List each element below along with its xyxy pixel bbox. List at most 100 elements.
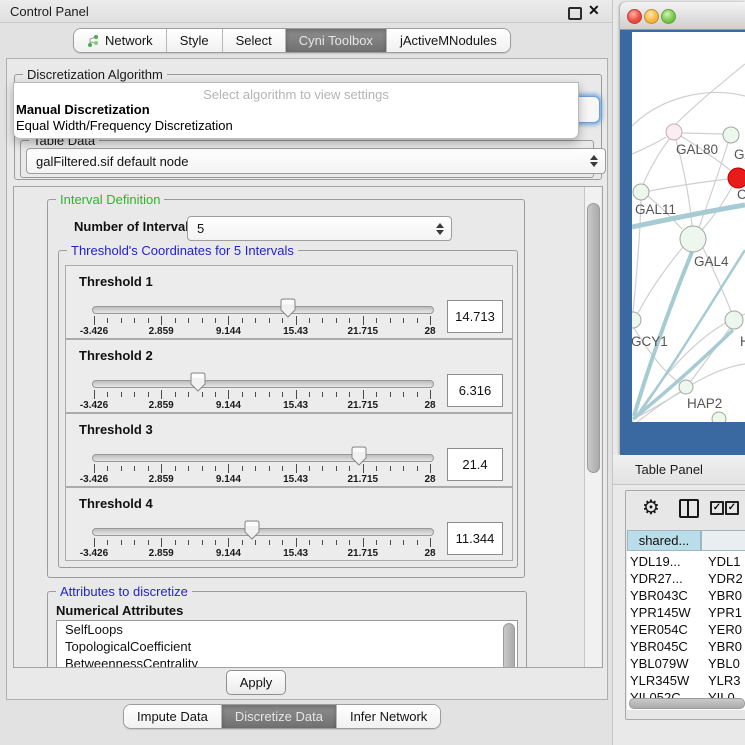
threshold-slider-knob-1[interactable]: [280, 298, 296, 323]
slider-tick: [215, 466, 216, 471]
threshold-value-2[interactable]: 6.316: [447, 374, 503, 407]
network-node-gal11[interactable]: [633, 184, 649, 200]
threshold-value-3[interactable]: 21.4: [447, 448, 503, 481]
slider-tick: [148, 392, 149, 397]
table-row-3[interactable]: YBR043CYBR0: [627, 587, 745, 604]
network-node-c[interactable]: [728, 168, 745, 188]
network-node-hap2[interactable]: [679, 380, 693, 394]
network-edge[interactable]: [632, 93, 745, 126]
slider-tick: [296, 464, 297, 473]
algorithm-option-manual[interactable]: Manual Discretization: [16, 102, 150, 117]
columns-icon[interactable]: [679, 499, 699, 518]
tab-select[interactable]: Select: [223, 29, 286, 52]
slider-tick: [188, 318, 189, 323]
table-data-combo[interactable]: galFiltered.sif default node: [26, 148, 606, 174]
network-edge[interactable]: [643, 138, 670, 185]
slider-tick: [336, 540, 337, 545]
threshold-row-2: Threshold 2-3.4262.8599.14415.4321.71528…: [65, 339, 513, 413]
slider-tick: [282, 466, 283, 471]
tab-impute-data[interactable]: Impute Data: [124, 705, 222, 728]
network-node-ga[interactable]: [723, 127, 739, 143]
slider-tick: [322, 392, 323, 397]
slider-tick: [269, 466, 270, 471]
combo-stepper-icon[interactable]: [590, 155, 598, 167]
threshold-slider-track-2[interactable]: [92, 380, 434, 388]
spinner-stepper-icon[interactable]: [436, 223, 444, 235]
network-node[interactable]: [712, 412, 726, 422]
slider-tick: [376, 540, 377, 545]
tab-jactivemnodules[interactable]: jActiveMNodules: [387, 29, 510, 52]
table-row-8[interactable]: YLR345WYLR3: [627, 672, 745, 689]
apply-button[interactable]: Apply: [226, 670, 286, 695]
tab-discretize-data[interactable]: Discretize Data: [222, 705, 337, 728]
network-canvas[interactable]: GAL80GACGAL11GAL4GCY1HAHAP2: [632, 32, 745, 422]
cell-shared-name: YER054C: [630, 622, 688, 637]
table-row-2[interactable]: YDR27...YDR2: [627, 570, 745, 587]
zoom-traffic-light[interactable]: [661, 9, 676, 24]
slider-tick: [94, 390, 95, 399]
algorithm-option-equal-width[interactable]: Equal Width/Frequency Discretization: [16, 118, 233, 133]
slider-tick-label: 21.715: [348, 400, 379, 411]
table-row-7[interactable]: YBL079WYBL0: [627, 655, 745, 672]
attribute-item-topologicalcoefficient[interactable]: TopologicalCoefficient: [57, 638, 517, 655]
tab-infer-network[interactable]: Infer Network: [337, 705, 440, 728]
table-hscrollbar-thumb[interactable]: [629, 698, 745, 709]
column-header-name[interactable]: na: [701, 530, 745, 551]
checkbox-icon-1[interactable]: ✓: [710, 501, 724, 515]
tab-style[interactable]: Style: [167, 29, 223, 52]
cell-name: YBL0: [708, 656, 740, 671]
tab-label-cyni-toolbox: Cyni Toolbox: [299, 33, 373, 48]
slider-tick: [430, 316, 431, 325]
minimize-traffic-light[interactable]: [644, 9, 659, 24]
slider-tick-label: 2.859: [149, 400, 174, 411]
threshold-value-4[interactable]: 11.344: [447, 522, 503, 555]
slider-tick: [148, 466, 149, 471]
network-edge[interactable]: [638, 247, 683, 313]
attribute-item-selfloops[interactable]: SelfLoops: [57, 621, 517, 638]
network-edge[interactable]: [691, 328, 730, 381]
tab-label-impute-data: Impute Data: [137, 709, 208, 724]
table-row-4[interactable]: YPR145WYPR1: [627, 604, 745, 621]
float-window-icon[interactable]: [568, 7, 582, 20]
slider-tick: [175, 392, 176, 397]
table-row-1[interactable]: YDL19...YDL1: [627, 553, 745, 570]
threshold-slider-track-3[interactable]: [92, 454, 434, 462]
slider-tick-label: 15.43: [283, 548, 308, 559]
tab-label-select: Select: [236, 33, 272, 48]
slider-tick: [363, 316, 364, 325]
cell-shared-name: YLR345W: [630, 673, 689, 688]
network-edge[interactable]: [682, 133, 723, 134]
settings-scrollbar-track[interactable]: [584, 187, 601, 667]
network-node-gal4[interactable]: [680, 226, 706, 252]
attribute-item-betweennesscentrality[interactable]: BetweennessCentrality: [57, 655, 517, 668]
table-row-5[interactable]: YER054CYER0: [627, 621, 745, 638]
close-traffic-light[interactable]: [627, 9, 642, 24]
gear-icon[interactable]: ⚙: [642, 495, 660, 520]
network-node-ha[interactable]: [725, 311, 743, 329]
slider-tick: [134, 466, 135, 471]
tab-network[interactable]: Network: [74, 29, 167, 52]
numerical-attributes-list[interactable]: SelfLoopsTopologicalCoefficientBetweenne…: [56, 620, 518, 668]
settings-scrollbar-thumb[interactable]: [587, 203, 600, 473]
slider-tick-label: -3.426: [80, 474, 108, 485]
attributes-list-scrollbar[interactable]: [503, 623, 515, 668]
number-of-intervals-spinner[interactable]: 5: [187, 216, 452, 241]
threshold-value-1[interactable]: 14.713: [447, 300, 503, 333]
slider-tick: [175, 318, 176, 323]
threshold-slider-knob-3[interactable]: [351, 446, 367, 471]
network-node-gal80[interactable]: [666, 124, 682, 140]
network-node-gcy1[interactable]: [632, 312, 641, 328]
column-header-shared-name[interactable]: shared...: [627, 530, 701, 551]
network-window: GAL80GACGAL11GAL4GCY1HAHAP2: [620, 2, 745, 455]
close-icon[interactable]: ✕: [588, 2, 600, 19]
slider-tick: [363, 390, 364, 399]
checkbox-icon-2[interactable]: ✓: [725, 501, 739, 515]
threshold-slider-knob-4[interactable]: [244, 520, 260, 545]
slider-tick: [188, 466, 189, 471]
table-row-6[interactable]: YBR045CYBR0: [627, 638, 745, 655]
slider-tick: [148, 540, 149, 545]
tab-cyni-toolbox[interactable]: Cyni Toolbox: [286, 29, 387, 52]
threshold-slider-track-4[interactable]: [92, 528, 434, 536]
threshold-slider-track-1[interactable]: [92, 306, 434, 314]
threshold-slider-knob-2[interactable]: [190, 372, 206, 397]
